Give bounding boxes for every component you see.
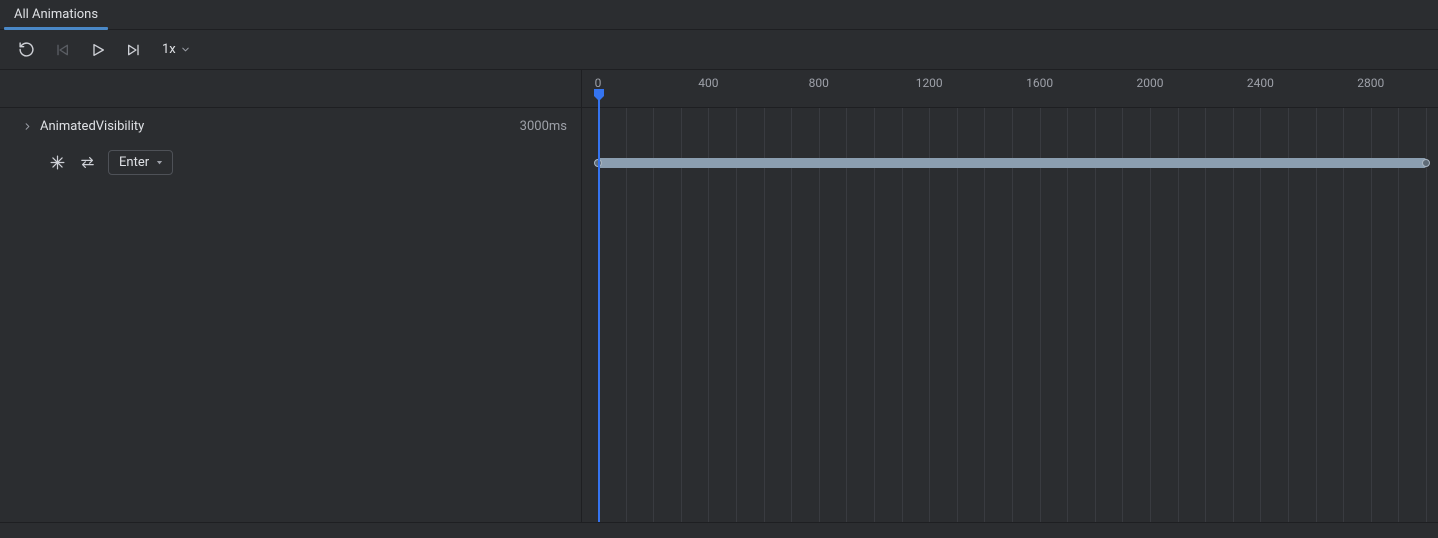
left-pane: AnimatedVisibility 3000ms Enter bbox=[0, 70, 582, 522]
reset-icon bbox=[18, 41, 35, 58]
ruler-tick-label: 2800 bbox=[1357, 76, 1384, 90]
animation-tree: AnimatedVisibility 3000ms Enter bbox=[0, 108, 581, 180]
speed-label: 1x bbox=[162, 42, 176, 57]
playhead-handle-icon bbox=[593, 88, 605, 102]
toolbar: 1x bbox=[0, 30, 1438, 70]
triangle-down-icon bbox=[155, 158, 164, 167]
animation-bar[interactable] bbox=[598, 158, 1426, 168]
ruler-tick-label: 800 bbox=[809, 76, 829, 90]
freeze-icon[interactable] bbox=[48, 153, 66, 171]
trigger-label: Enter bbox=[119, 155, 149, 170]
tabbar: All Animations bbox=[0, 0, 1438, 30]
speed-select[interactable]: 1x bbox=[158, 42, 195, 57]
ruler-tick-label: 1200 bbox=[916, 76, 943, 90]
play-icon bbox=[90, 42, 106, 58]
timeline-body[interactable] bbox=[582, 108, 1438, 522]
tab-label: All Animations bbox=[14, 7, 98, 22]
left-ruler-spacer bbox=[0, 70, 581, 108]
timeline-ruler[interactable]: 040080012001600200024002800 bbox=[582, 70, 1438, 108]
step-forward-icon bbox=[126, 42, 142, 58]
chevron-right-icon[interactable] bbox=[20, 119, 34, 133]
ruler-tick-label: 2000 bbox=[1137, 76, 1164, 90]
playhead[interactable] bbox=[598, 90, 600, 522]
ruler-tick-label: 400 bbox=[698, 76, 718, 90]
chevron-down-icon bbox=[180, 44, 191, 55]
swap-icon[interactable] bbox=[78, 153, 96, 171]
step-forward-button[interactable] bbox=[122, 38, 146, 62]
step-back-icon bbox=[54, 42, 70, 58]
bar-end-handle[interactable] bbox=[1422, 159, 1430, 167]
animation-duration: 3000ms bbox=[520, 119, 567, 134]
main: AnimatedVisibility 3000ms Enter bbox=[0, 70, 1438, 522]
animation-bar-row bbox=[582, 144, 1438, 180]
reset-button[interactable] bbox=[14, 38, 38, 62]
step-back-button[interactable] bbox=[50, 38, 74, 62]
ruler-tick-label: 1600 bbox=[1026, 76, 1053, 90]
status-bar bbox=[0, 522, 1438, 538]
tab-all-animations[interactable]: All Animations bbox=[0, 0, 112, 29]
animation-name: AnimatedVisibility bbox=[40, 119, 144, 134]
play-button[interactable] bbox=[86, 38, 110, 62]
ruler-tick-label: 2400 bbox=[1247, 76, 1274, 90]
animation-sub-row: Enter bbox=[0, 144, 581, 180]
trigger-select[interactable]: Enter bbox=[108, 150, 173, 175]
right-pane: 040080012001600200024002800 bbox=[582, 70, 1438, 522]
animation-row[interactable]: AnimatedVisibility 3000ms bbox=[0, 108, 581, 144]
ruler-labels: 040080012001600200024002800 bbox=[582, 76, 1438, 94]
